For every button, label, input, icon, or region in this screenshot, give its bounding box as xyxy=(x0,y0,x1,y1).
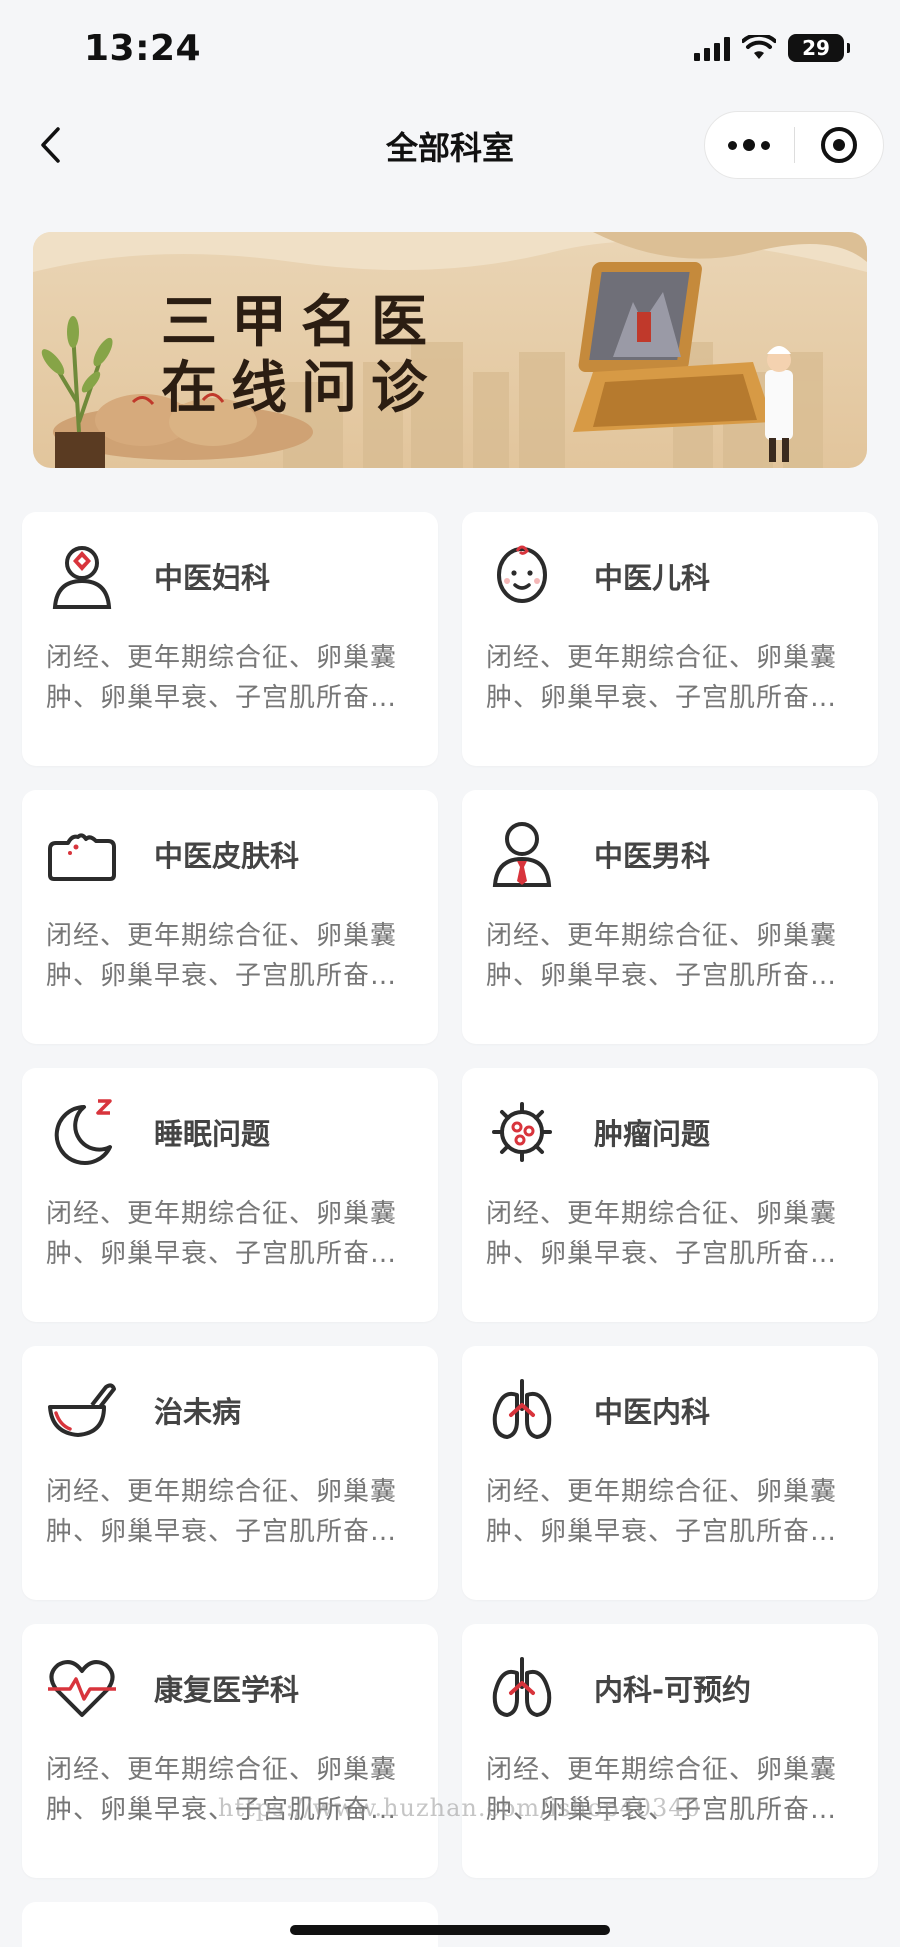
status-icons: 29 xyxy=(694,34,850,62)
department-name: 内科-可预约 xyxy=(594,1673,752,1707)
home-indicator[interactable] xyxy=(290,1925,610,1935)
department-desc: 闭经、更年期综合征、卵巢囊肿、卵巢早衰、子宫肌所奋… xyxy=(46,1199,398,1269)
department-name: 康复医学科 xyxy=(154,1673,300,1707)
department-desc: 闭经、更年期综合征、卵巢囊肿、卵巢早衰、子宫肌所奋… xyxy=(486,1199,838,1269)
skin-icon xyxy=(46,818,118,890)
watermark: https://www.huzhan.com/ishop40340 xyxy=(218,1794,701,1822)
department-grid: 中医妇科 闭经、更年期综合征、卵巢囊肿、卵巢早衰、子宫肌所奋… 中医儿科 闭经、… xyxy=(22,512,878,1878)
status-time: 13:24 xyxy=(84,28,202,69)
nav-bar: 全部科室 xyxy=(0,105,900,185)
banner-line-2: 在线问诊 xyxy=(161,356,441,421)
close-mini-program-button[interactable] xyxy=(795,112,884,178)
department-desc: 闭经、更年期综合征、卵巢囊肿、卵巢早衰、子宫肌所奋… xyxy=(46,1477,398,1547)
mortar-icon xyxy=(46,1374,118,1446)
battery-level: 29 xyxy=(802,36,830,60)
department-card[interactable]: 中医皮肤科 闭经、更年期综合征、卵巢囊肿、卵巢早衰、子宫肌所奋… xyxy=(22,790,438,1044)
male-doctor-icon xyxy=(486,818,558,890)
department-card[interactable]: 中医男科 闭经、更年期综合征、卵巢囊肿、卵巢早衰、子宫肌所奋… xyxy=(462,790,878,1044)
department-card[interactable]: 康复医学科 闭经、更年期综合征、卵巢囊肿、卵巢早衰、子宫肌所奋… xyxy=(22,1624,438,1878)
department-desc: 闭经、更年期综合征、卵巢囊肿、卵巢早衰、子宫肌所奋… xyxy=(486,921,838,991)
department-name: 睡眠问题 xyxy=(154,1117,271,1151)
department-name: 中医男科 xyxy=(594,839,711,873)
department-desc: 闭经、更年期综合征、卵巢囊肿、卵巢早衰、子宫肌所奋… xyxy=(486,643,838,713)
moon-sleep-icon xyxy=(46,1096,118,1168)
battery-icon: 29 xyxy=(788,34,850,62)
department-name: 治未病 xyxy=(154,1395,242,1429)
department-desc: 闭经、更年期综合征、卵巢囊肿、卵巢早衰、子宫肌所奋… xyxy=(46,643,398,713)
department-card[interactable]: 中医儿科 闭经、更年期综合征、卵巢囊肿、卵巢早衰、子宫肌所奋… xyxy=(462,512,878,766)
department-card[interactable]: 内科-可预约 闭经、更年期综合征、卵巢囊肿、卵巢早衰、子宫肌所奋… xyxy=(462,1624,878,1878)
department-name: 中医儿科 xyxy=(594,561,711,595)
more-dot-icon xyxy=(761,140,771,150)
department-card[interactable]: 中医内科 闭经、更年期综合征、卵巢囊肿、卵巢早衰、子宫肌所奋… xyxy=(462,1346,878,1600)
department-name: 中医妇科 xyxy=(154,561,271,595)
department-desc: 闭经、更年期综合征、卵巢囊肿、卵巢早衰、子宫肌所奋… xyxy=(486,1477,838,1547)
banner-line-1: 三甲名医 xyxy=(161,290,441,355)
lungs-icon xyxy=(486,1374,558,1446)
more-dot-icon xyxy=(743,139,756,151)
cellular-signal-icon xyxy=(694,35,730,61)
department-card[interactable]: 肿瘤问题 闭经、更年期综合征、卵巢囊肿、卵巢早衰、子宫肌所奋… xyxy=(462,1068,878,1322)
wifi-icon xyxy=(742,35,776,59)
tumor-cell-icon xyxy=(486,1096,558,1168)
department-name: 中医皮肤科 xyxy=(154,839,300,873)
more-button[interactable] xyxy=(705,112,794,178)
department-name: 中医内科 xyxy=(594,1395,711,1429)
department-card[interactable]: 治未病 闭经、更年期综合征、卵巢囊肿、卵巢早衰、子宫肌所奋… xyxy=(22,1346,438,1600)
status-bar: 13:24 29 xyxy=(0,0,900,100)
department-card[interactable]: 中医妇科 闭经、更年期综合征、卵巢囊肿、卵巢早衰、子宫肌所奋… xyxy=(22,512,438,766)
banner-illustration xyxy=(33,232,867,468)
department-name: 肿瘤问题 xyxy=(594,1117,711,1151)
banner-title: 三甲名医 在线问诊 xyxy=(161,290,441,422)
baby-face-icon xyxy=(486,540,558,612)
target-icon xyxy=(820,127,857,163)
female-doctor-icon xyxy=(46,540,118,612)
department-desc: 闭经、更年期综合征、卵巢囊肿、卵巢早衰、子宫肌所奋… xyxy=(46,921,398,991)
department-card[interactable]: 睡眠问题 闭经、更年期综合征、卵巢囊肿、卵巢早衰、子宫肌所奋… xyxy=(22,1068,438,1322)
promo-banner[interactable]: 三甲名医 在线问诊 xyxy=(33,232,867,468)
more-dot-icon xyxy=(728,140,738,150)
heart-pulse-icon xyxy=(46,1652,118,1724)
mini-program-capsule xyxy=(704,111,884,179)
lungs-icon xyxy=(486,1652,558,1724)
